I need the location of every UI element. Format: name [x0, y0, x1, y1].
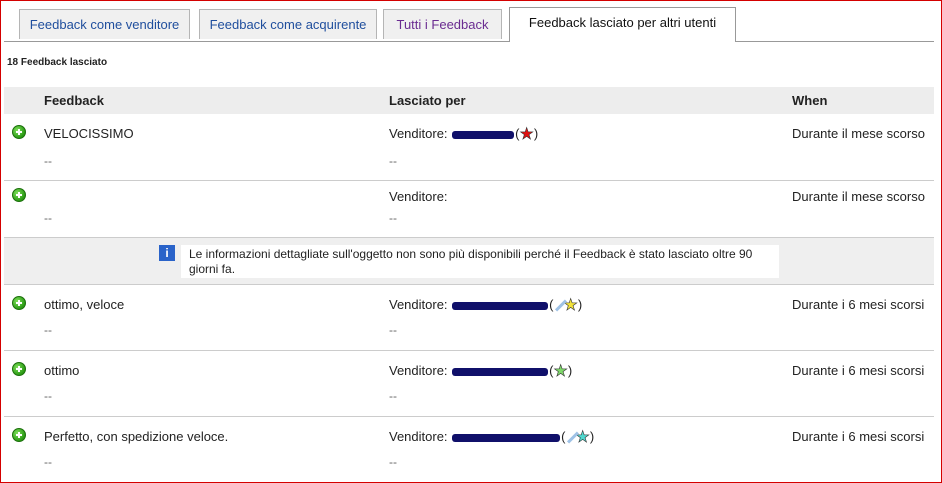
user-role: Venditore: [389, 363, 448, 378]
tab-feedback-as-seller[interactable]: Feedback come venditore [19, 9, 190, 39]
item-placeholder: -- [389, 455, 397, 469]
star-icon: ★ [553, 362, 568, 380]
item-placeholder: -- [44, 323, 52, 337]
user-role: Venditore: [389, 429, 448, 444]
feedback-when: Durante il mese scorso [792, 189, 925, 204]
table-row: Perfetto, con spedizione veloce. -- Vend… [4, 417, 934, 480]
rating-open-paren: ( [549, 297, 554, 312]
table-row: ottimo, veloce -- Venditore: (★) -- Dura… [4, 285, 934, 351]
column-header-when: When [792, 93, 828, 108]
info-icon: i [159, 245, 175, 261]
tab-feedback-as-buyer[interactable]: Feedback come acquirente [199, 9, 377, 39]
item-placeholder: -- [389, 323, 397, 337]
positive-feedback-icon [12, 362, 26, 376]
user-role: Venditore: [389, 297, 448, 312]
redacted-username[interactable] [452, 433, 561, 442]
redacted-username[interactable] [452, 367, 549, 376]
item-placeholder: -- [389, 154, 397, 168]
item-placeholder: -- [44, 389, 52, 403]
left-for-user: Venditore: (★) [389, 297, 583, 314]
feedback-when: Durante i 6 mesi scorsi [792, 429, 925, 444]
table-row: VELOCISSIMO -- Venditore: (★) -- Durante… [4, 114, 934, 181]
tab-feedback-left-for-others[interactable]: Feedback lasciato per altri utenti [509, 7, 736, 42]
feedback-when: Durante i 6 mesi scorsi [792, 363, 925, 378]
positive-feedback-icon [12, 125, 26, 139]
rating-close-paren: ) [577, 297, 583, 312]
feedback-when: Durante il mese scorso [792, 126, 925, 141]
feedback-comment: ottimo [44, 363, 80, 378]
tab-bar: Feedback come venditore Feedback come ac… [4, 7, 934, 42]
left-for-user: Venditore: (★) [389, 125, 539, 143]
item-placeholder: -- [44, 211, 52, 225]
star-icon: ★ [519, 125, 534, 143]
feedback-when: Durante i 6 mesi scorsi [792, 297, 925, 312]
tab-all-feedback[interactable]: Tutti i Feedback [383, 9, 502, 39]
table-row: -- Venditore: -- Durante il mese scorso [4, 180, 934, 238]
user-role: Venditore: [389, 189, 448, 204]
table-row: ottimo -- Venditore: (★) -- Durante i 6 … [4, 351, 934, 417]
rating-open-paren: ( [561, 429, 566, 444]
left-for-user: Venditore: (★) [389, 362, 573, 380]
user-role: Venditore: [389, 126, 448, 141]
positive-feedback-icon [12, 188, 26, 202]
item-placeholder: -- [389, 389, 397, 403]
rating-close-paren: ) [589, 429, 595, 444]
column-header-left-for: Lasciato per [389, 93, 466, 108]
feedback-comment: VELOCISSIMO [44, 126, 134, 141]
info-notice: i Le informazioni dettagliate sull'ogget… [4, 238, 934, 285]
notice-text: Le informazioni dettagliate sull'oggetto… [189, 247, 753, 276]
left-for-user: Venditore: (★) [389, 429, 595, 446]
left-for-user: Venditore: [389, 189, 448, 204]
feedback-comment: ottimo, veloce [44, 297, 125, 312]
table-header: Feedback Lasciato per When [4, 87, 934, 114]
positive-feedback-icon [12, 428, 26, 442]
item-placeholder: -- [389, 211, 397, 225]
rating-close-paren: ) [567, 363, 573, 378]
feedback-count: 18 Feedback lasciato [7, 57, 108, 68]
rating-close-paren: ) [533, 126, 539, 141]
redacted-username[interactable] [452, 130, 515, 139]
item-placeholder: -- [44, 455, 52, 469]
redacted-username[interactable] [452, 301, 549, 310]
feedback-comment: Perfetto, con spedizione veloce. [44, 429, 229, 444]
notice-box: Le informazioni dettagliate sull'oggetto… [181, 245, 779, 278]
item-placeholder: -- [44, 154, 52, 168]
positive-feedback-icon [12, 296, 26, 310]
column-header-feedback: Feedback [44, 93, 104, 108]
